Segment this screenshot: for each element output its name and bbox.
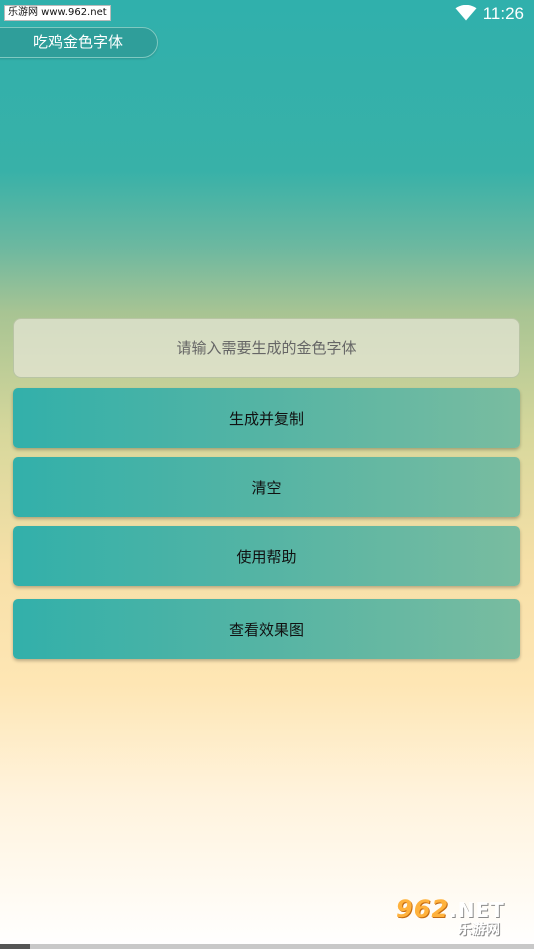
logo-line: 962.NET xyxy=(396,895,505,924)
bottom-edge-bar xyxy=(0,944,534,949)
golden-text-input[interactable] xyxy=(13,318,520,378)
status-time: 11:26 xyxy=(482,4,524,23)
watermark-logo: 962.NET 乐游网 xyxy=(396,895,528,943)
watermark-label: 乐游网 www.962.net xyxy=(4,5,111,21)
generate-copy-button[interactable]: 生成并复制 xyxy=(13,388,520,448)
clear-button[interactable]: 清空 xyxy=(13,457,520,517)
app-title: 吃鸡金色字体 xyxy=(0,27,158,58)
help-button[interactable]: 使用帮助 xyxy=(13,526,520,586)
preview-button[interactable]: 查看效果图 xyxy=(13,599,520,659)
logo-name: 乐游网 xyxy=(458,922,500,938)
logo-suffix: .NET xyxy=(449,898,505,922)
status-bar: 乐游网 www.962.net 11:26 xyxy=(0,0,534,28)
logo-number: 962 xyxy=(396,895,450,923)
bottom-edge-marker xyxy=(0,944,30,949)
wifi-icon xyxy=(455,5,477,21)
